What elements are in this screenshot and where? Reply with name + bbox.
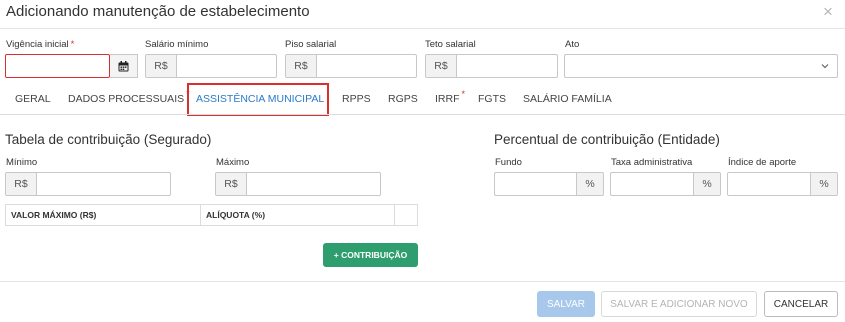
chevron-down-icon (821, 64, 829, 69)
teto-salarial-input[interactable] (457, 55, 557, 77)
tab-irrf[interactable]: IRRF * (435, 89, 465, 105)
segurado-title: Tabela de contribuição (Segurado) (5, 132, 212, 147)
indice-input[interactable] (728, 173, 810, 195)
tabs-divider (0, 114, 845, 115)
tab-dados-processuais[interactable]: DADOS PROCESSUAIS * (68, 89, 190, 105)
salario-minimo-input[interactable] (177, 55, 276, 77)
fundo-label: Fundo (495, 157, 522, 168)
footer-divider (0, 281, 845, 282)
save-button[interactable]: SALVAR (537, 291, 595, 317)
add-contribuicao-button[interactable]: + CONTRIBUIÇÃO (323, 243, 418, 267)
currency-prefix: R$ (286, 55, 317, 77)
contribuicao-table-header: VALOR MÁXIMO (R$) ALÍQUOTA (%) (5, 204, 418, 226)
header-divider (0, 28, 845, 29)
percent-suffix: % (693, 173, 720, 195)
tab-rpps[interactable]: RPPS (342, 93, 371, 105)
taxa-label: Taxa administrativa (611, 157, 693, 168)
teto-salarial-field[interactable]: R$ (425, 54, 558, 78)
calendar-icon (118, 60, 129, 71)
piso-salarial-field[interactable]: R$ (285, 54, 417, 78)
minimo-input[interactable] (37, 173, 170, 195)
minimo-label: Mínimo (6, 157, 38, 168)
taxa-field[interactable]: % (610, 172, 721, 196)
ato-label: Ato (565, 39, 580, 50)
vigencia-input[interactable] (6, 55, 109, 77)
fundo-input[interactable] (495, 173, 576, 195)
tab-geral[interactable]: GERAL (15, 93, 51, 105)
taxa-input[interactable] (611, 173, 693, 195)
save-and-new-button[interactable]: SALVAR E ADICIONAR NOVO (601, 291, 757, 317)
currency-prefix: R$ (216, 173, 247, 195)
calendar-button[interactable] (110, 54, 138, 78)
maximo-input[interactable] (247, 173, 380, 195)
column-aliquota: ALÍQUOTA (%) (201, 205, 395, 225)
indice-field[interactable]: % (727, 172, 838, 196)
tab-rgps[interactable]: RGPS (388, 93, 418, 105)
cancel-button[interactable]: CANCELAR (764, 291, 838, 317)
dialog-title: Adicionando manutenção de estabeleciment… (6, 3, 310, 20)
currency-prefix: R$ (146, 55, 177, 77)
maximo-field[interactable]: R$ (215, 172, 381, 196)
tab-salario-familia[interactable]: SALÁRIO FAMÍLIA (523, 93, 612, 105)
column-valor-maximo: VALOR MÁXIMO (R$) (6, 205, 201, 225)
indice-label: Índice de aporte (728, 157, 797, 168)
piso-salarial-label: Piso salarial (285, 39, 337, 50)
required-marker: * (70, 39, 75, 50)
tab-fgts[interactable]: FGTS (478, 93, 506, 105)
maximo-label: Máximo (216, 157, 250, 168)
salario-minimo-label: Salário mínimo (145, 39, 209, 50)
percent-suffix: % (810, 173, 837, 195)
piso-salarial-input[interactable] (317, 55, 416, 77)
fundo-field[interactable]: % (494, 172, 604, 196)
entidade-title: Percentual de contribuição (Entidade) (494, 132, 720, 147)
tab-assistencia-municipal[interactable]: ASSISTÊNCIA MUNICIPAL (196, 93, 324, 105)
percent-suffix: % (576, 173, 603, 195)
close-icon[interactable]: × (823, 3, 833, 20)
teto-salarial-label: Teto salarial (425, 39, 476, 50)
vigencia-label: Vigência inicial * (6, 39, 75, 50)
currency-prefix: R$ (426, 55, 457, 77)
ato-select[interactable] (564, 54, 838, 78)
salario-minimo-field[interactable]: R$ (145, 54, 277, 78)
minimo-field[interactable]: R$ (5, 172, 171, 196)
currency-prefix: R$ (6, 173, 37, 195)
vigencia-field[interactable] (5, 54, 110, 78)
required-marker: * (461, 89, 466, 99)
column-actions (395, 205, 417, 225)
